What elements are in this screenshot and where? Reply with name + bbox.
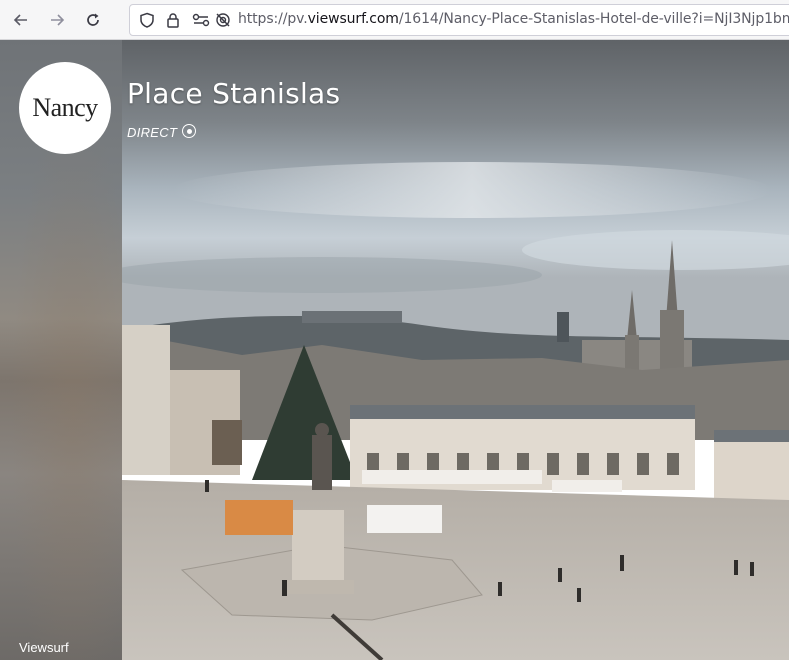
- url-domain: viewsurf.com: [307, 11, 399, 27]
- reload-icon[interactable]: [81, 8, 105, 32]
- lock-icon[interactable]: [164, 11, 182, 29]
- url-path: /1614/Nancy-Place-Stanislas-Hotel-de-vil…: [398, 11, 789, 27]
- url-bar[interactable]: https://pv.viewsurf.com/1614/Nancy-Place…: [129, 4, 789, 36]
- browser-toolbar: https://pv.viewsurf.com/1614/Nancy-Place…: [0, 0, 789, 40]
- page-content: Nancy Viewsurf Place Stanislas DIRECT: [0, 40, 789, 660]
- tracking-icon[interactable]: [214, 11, 232, 29]
- forward-icon[interactable]: [45, 8, 69, 32]
- nancy-logo[interactable]: Nancy: [19, 62, 111, 154]
- shield-icon[interactable]: [138, 11, 156, 29]
- webcam-image[interactable]: [122, 40, 789, 660]
- camera-title: Place Stanislas: [127, 77, 341, 110]
- brand-label[interactable]: Viewsurf: [19, 640, 69, 655]
- back-icon[interactable]: [9, 8, 33, 32]
- live-status: DIRECT: [127, 125, 178, 140]
- url-text[interactable]: https://pv.viewsurf.com/1614/Nancy-Place…: [238, 11, 789, 27]
- logo-text: Nancy: [32, 93, 98, 122]
- sidebar: Nancy Viewsurf: [0, 40, 122, 660]
- permissions-icon[interactable]: [192, 11, 210, 29]
- live-record-icon: [182, 124, 196, 138]
- url-prefix: https://pv.: [238, 11, 308, 27]
